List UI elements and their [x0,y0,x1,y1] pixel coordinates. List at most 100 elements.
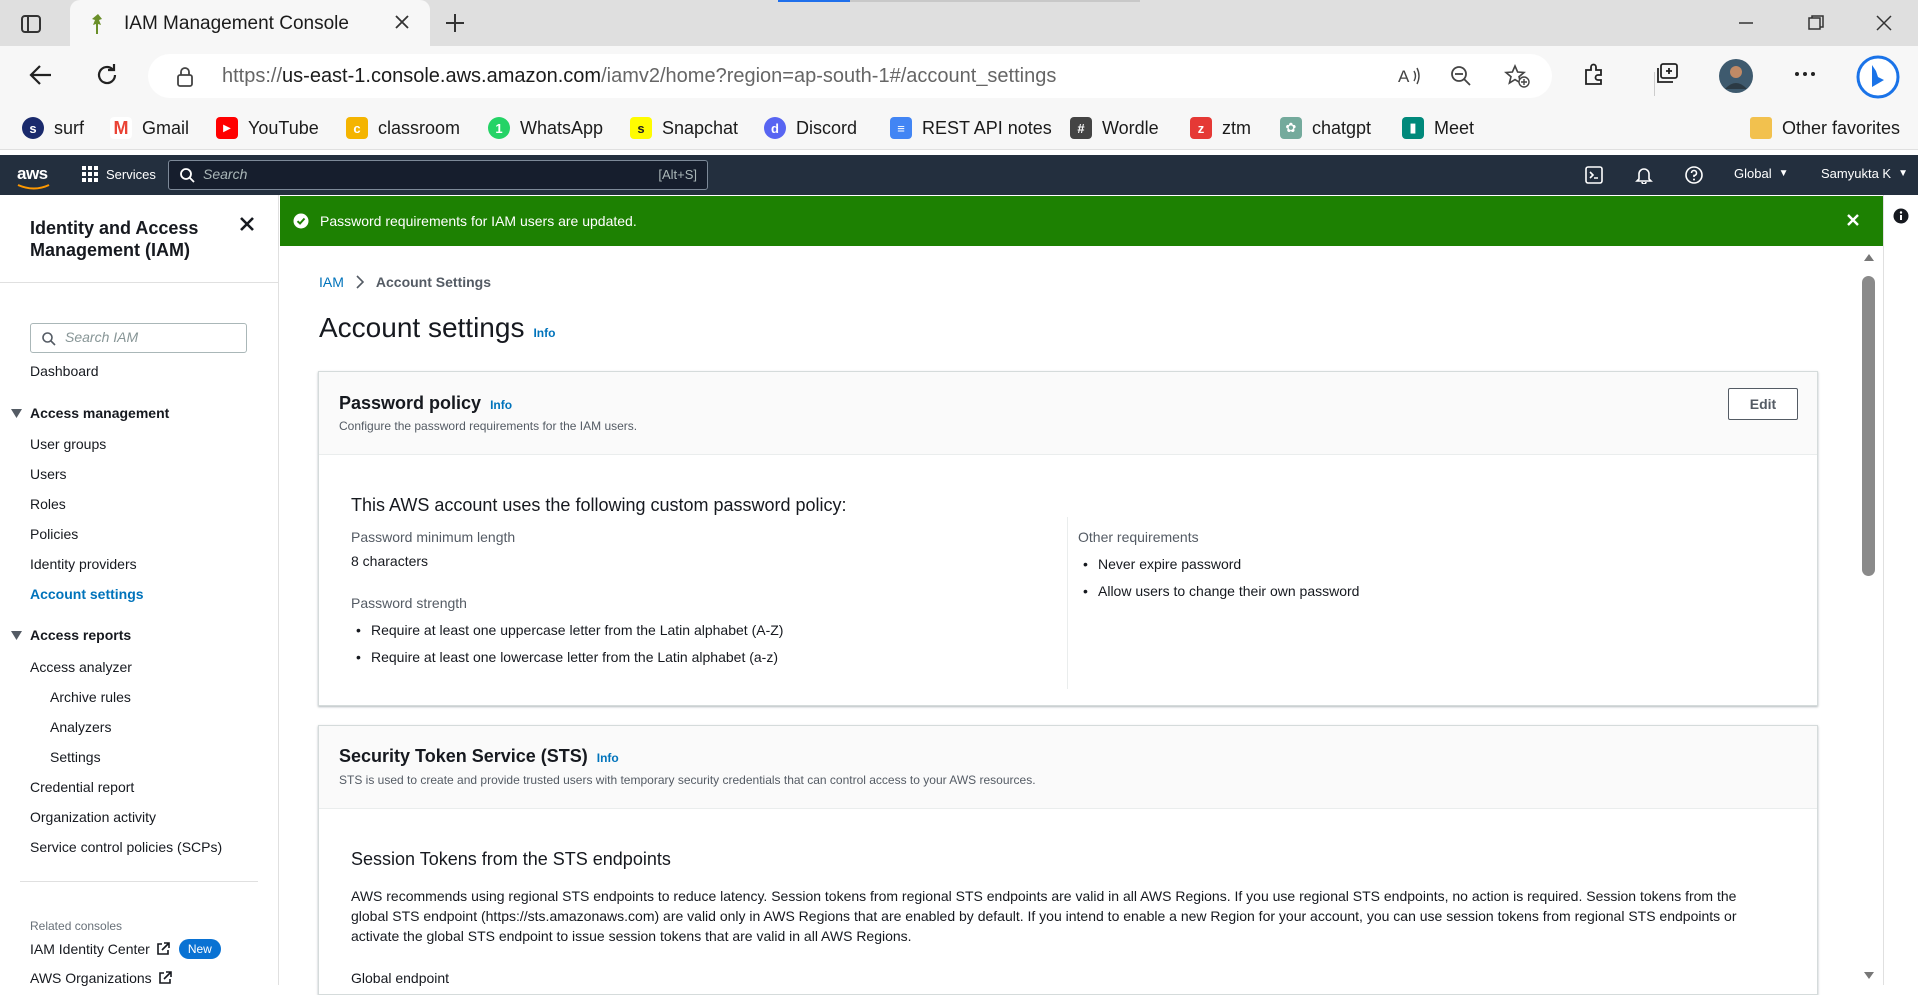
new-tab-icon[interactable] [443,11,467,35]
sidebar-item-settings[interactable]: Settings [50,749,101,765]
url-text[interactable]: https://us-east-1.console.aws.amazon.com… [222,65,1056,88]
access-management-heading[interactable]: Access management [11,405,169,421]
caret-down-icon [11,630,22,640]
sts-info-link[interactable]: Info [597,751,619,765]
sidebar-item-users[interactable]: Users [30,466,67,482]
other-favorites[interactable]: Other favorites [1750,115,1900,141]
bookmark-rest-api-notes[interactable]: ≡ REST API notes [890,115,1052,141]
edit-password-policy-button[interactable]: Edit [1728,388,1798,420]
read-aloud-icon[interactable]: A [1398,65,1422,87]
tab-actions-icon[interactable] [20,13,42,35]
bookmark-chatgpt[interactable]: ✿ chatgpt [1280,115,1371,141]
sidebar-item-scps[interactable]: Service control policies (SCPs) [30,839,222,855]
close-sidebar-icon[interactable] [240,217,254,231]
bookmark-whatsapp[interactable]: 1 WhatsApp [488,115,603,141]
iam-identity-center-link[interactable]: IAM Identity Center New [30,939,221,959]
scrollbar-thumb[interactable] [1862,276,1875,576]
sidebar-item-roles[interactable]: Roles [30,496,66,512]
bookmark-meet[interactable]: ▮ Meet [1402,115,1474,141]
account-menu[interactable]: Samyukta K ▼ [1821,166,1908,181]
cloudshell-icon[interactable] [1585,166,1603,184]
password-policy-description: Configure the password requirements for … [339,419,638,433]
scroll-up-icon[interactable] [1864,254,1874,261]
info-panel-icon[interactable] [1893,208,1909,224]
sts-header: Security Token Service (STS) Info STS is… [319,726,1817,809]
related-consoles-label: Related consoles [30,919,123,933]
extensions-icon[interactable] [1582,62,1606,86]
sidebar-divider [0,282,279,283]
caret-down-icon [11,408,22,418]
aws-organizations-link[interactable]: AWS Organizations [30,970,172,986]
bookmark-surf[interactable]: s surf [22,115,84,141]
refresh-icon[interactable] [94,62,120,88]
aws-favicon-icon [88,13,108,35]
sidebar-search[interactable] [30,323,247,353]
browser-tab-active[interactable]: IAM Management Console [70,0,430,46]
dismiss-flash-icon[interactable] [1846,213,1860,227]
bookmark-gmail[interactable]: M Gmail [110,115,189,141]
main-scrollbar[interactable] [1860,246,1878,985]
bookmark-wordle[interactable]: # Wordle [1070,115,1159,141]
sidebar-item-user-groups[interactable]: User groups [30,436,106,452]
bing-copilot-icon[interactable] [1856,55,1900,99]
close-tab-icon[interactable] [393,13,411,31]
sts-title: Security Token Service (STS) Info [339,746,619,767]
password-policy-panel: Password policy Info Configure the passw… [318,371,1818,706]
access-reports-heading[interactable]: Access reports [11,627,131,643]
aws-smile-icon [17,184,50,190]
aws-organizations-label: AWS Organizations [30,970,152,986]
notifications-icon[interactable] [1635,166,1653,184]
zoom-out-icon[interactable] [1450,65,1472,87]
youtube-icon: ▶ [216,117,238,139]
chatgpt-icon: ✿ [1280,117,1302,139]
bookmark-discord[interactable]: d Discord [764,115,857,141]
bookmark-classroom[interactable]: c classroom [346,115,460,141]
sidebar-item-policies[interactable]: Policies [30,526,78,542]
sidebar-divider [20,881,258,882]
svg-text:A: A [1398,67,1410,86]
bookmark-youtube[interactable]: ▶ YouTube [216,115,319,141]
sidebar-item-access-analyzer[interactable]: Access analyzer [30,659,132,675]
new-badge: New [178,939,221,959]
add-favorite-icon[interactable] [1504,64,1530,88]
classroom-icon: c [346,117,368,139]
scroll-down-icon[interactable] [1864,972,1874,979]
services-label: Services [106,166,156,182]
docs-icon: ≡ [890,117,912,139]
sidebar-item-identity-providers[interactable]: Identity providers [30,556,137,572]
search-shortcut: [Alt+S] [658,167,697,182]
help-icon[interactable] [1685,166,1703,184]
sidebar-search-input[interactable] [65,329,235,345]
session-tokens-heading: Session Tokens from the STS endpoints [351,849,671,869]
sidebar-item-dashboard[interactable]: Dashboard [30,363,99,379]
more-options-icon[interactable] [1793,62,1817,86]
page-info-link[interactable]: Info [533,326,555,340]
region-selector[interactable]: Global ▼ [1734,166,1788,181]
aws-search[interactable]: [Alt+S] [168,160,708,190]
lock-icon[interactable] [176,66,194,88]
folder-icon [1750,117,1772,139]
sidebar-item-account-settings[interactable]: Account settings [30,586,144,602]
strength-item: Require at least one lowercase letter fr… [356,649,778,665]
restore-icon[interactable] [1807,14,1825,32]
breadcrumb-iam[interactable]: IAM [319,274,344,290]
profile-avatar[interactable] [1718,58,1754,94]
services-menu[interactable]: Services [82,166,156,182]
back-icon[interactable] [28,62,54,88]
collections-icon[interactable] [1655,62,1681,86]
close-window-icon[interactable] [1875,14,1893,32]
sidebar-item-organization-activity[interactable]: Organization activity [30,809,156,825]
access-reports-label: Access reports [30,627,132,643]
bookmark-ztm[interactable]: z ztm [1190,115,1251,141]
address-bar[interactable]: https://us-east-1.console.aws.amazon.com… [148,54,1552,98]
access-management-label: Access management [30,405,170,421]
bookmark-snapchat[interactable]: s Snapchat [630,115,738,141]
aws-search-input[interactable] [203,166,603,182]
sidebar-item-credential-report[interactable]: Credential report [30,779,134,795]
page-title-text: Account settings [319,312,525,343]
password-policy-info-link[interactable]: Info [490,398,512,412]
sidebar-item-archive-rules[interactable]: Archive rules [50,689,131,705]
aws-logo[interactable]: aws [17,164,48,184]
sidebar-item-analyzers[interactable]: Analyzers [50,719,111,735]
minimize-icon[interactable] [1737,14,1755,32]
